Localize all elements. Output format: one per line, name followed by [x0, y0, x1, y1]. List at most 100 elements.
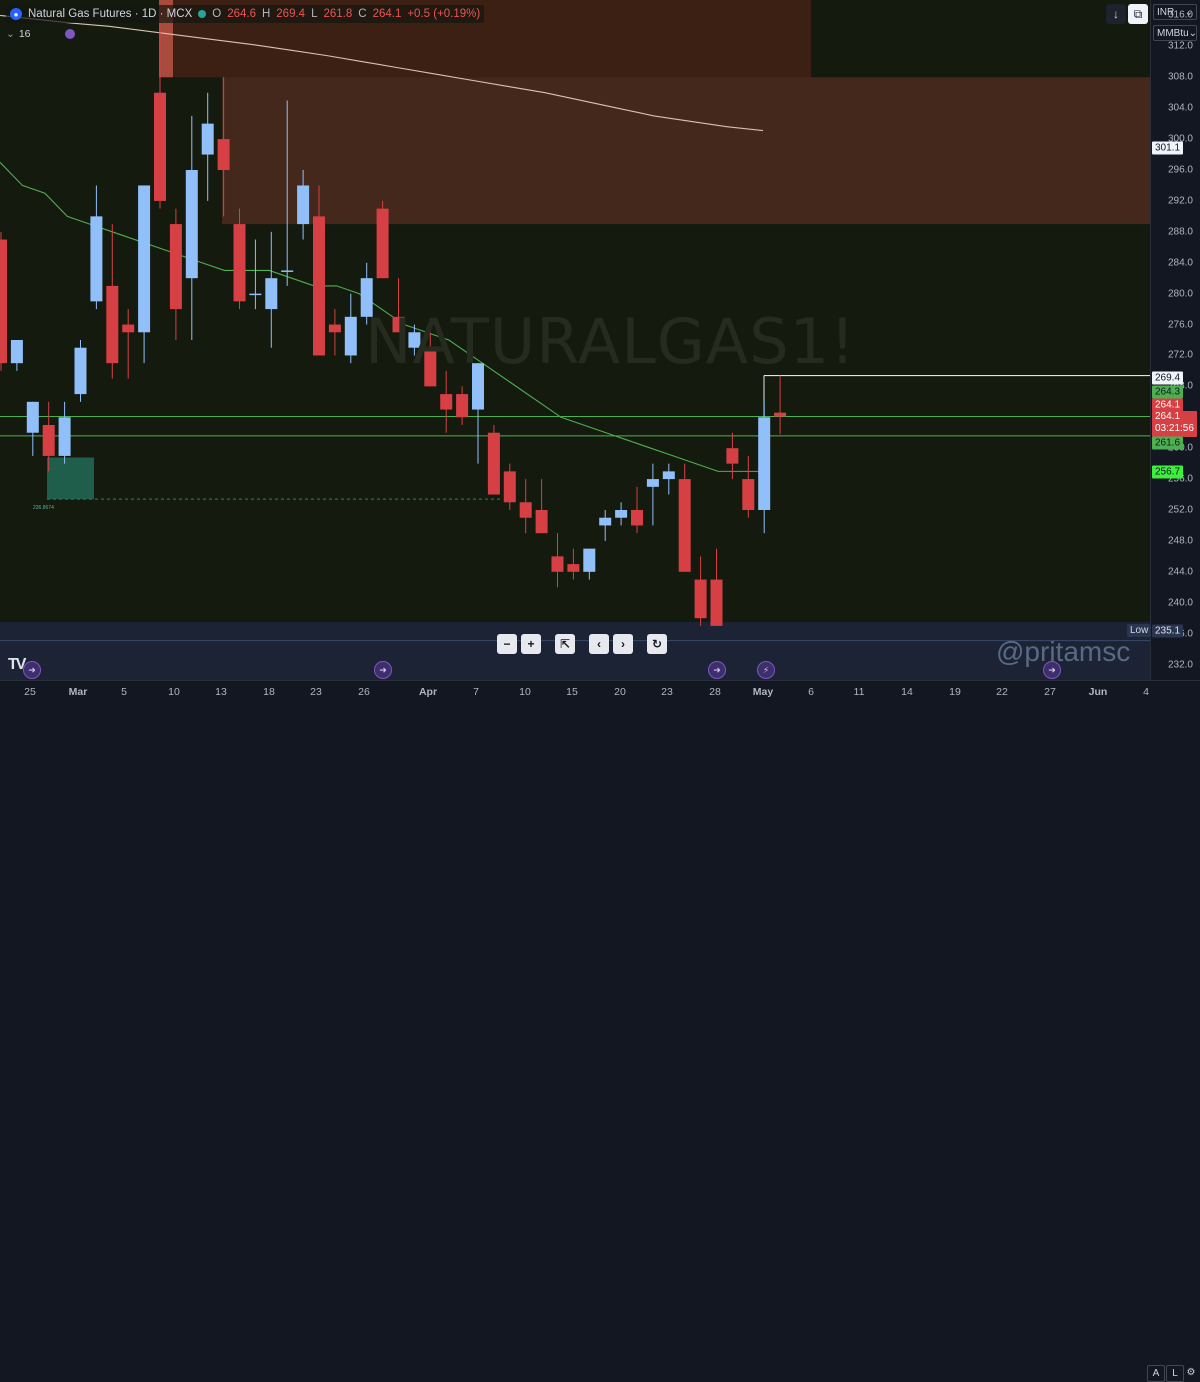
- candle-body: [265, 278, 278, 310]
- date-tick-label: 28: [709, 686, 721, 698]
- zoom-in-icon[interactable]: +: [521, 634, 541, 654]
- candle-body: [217, 139, 230, 170]
- zoom-out-icon[interactable]: −: [497, 634, 517, 654]
- unit-label: MMBtu: [1157, 27, 1189, 39]
- date-tick-label: 6: [808, 686, 814, 698]
- candle-body: [185, 170, 198, 279]
- date-tick-label: 23: [661, 686, 673, 698]
- price-tick-label: 276.0: [1167, 319, 1193, 331]
- date-tick-label: 27: [1044, 686, 1056, 698]
- candle-body: [456, 394, 469, 418]
- event-flag-icon[interactable]: ➜: [23, 661, 41, 679]
- gas-flame-icon: ●: [10, 8, 22, 20]
- date-tick-label: 11: [853, 686, 865, 698]
- price-tick-label: 308.0: [1167, 71, 1193, 83]
- candle-body: [138, 185, 151, 333]
- chart-nav-controls: − + ⇱ ‹ › ↻: [497, 634, 667, 654]
- price-tick-label: 312.0: [1167, 40, 1193, 52]
- price-label-last: 264.1 03:21:56: [1152, 411, 1197, 437]
- candle-body: [742, 479, 755, 510]
- date-tick-label: 14: [901, 686, 913, 698]
- candle-body: [0, 239, 7, 364]
- candle-body: [567, 564, 580, 572]
- date-tick-label: 22: [996, 686, 1008, 698]
- reset-icon[interactable]: ↻: [647, 634, 667, 654]
- event-flag-icon[interactable]: ➜: [374, 661, 392, 679]
- candle-body: [758, 417, 771, 510]
- candle-body: [106, 285, 119, 364]
- date-tick-label: May: [752, 686, 774, 698]
- candle-body: [26, 401, 39, 433]
- event-flag-icon[interactable]: ➜: [708, 661, 726, 679]
- tradingview-logo[interactable]: TV: [8, 656, 27, 674]
- candle-body: [615, 510, 628, 518]
- candle-body: [328, 324, 341, 333]
- price-label-open: 264.1: [1152, 398, 1184, 412]
- auto-scale-button[interactable]: A: [1147, 1365, 1165, 1382]
- price-tick-label: 244.0: [1167, 566, 1193, 578]
- candle-body: [281, 270, 294, 272]
- scroll-right-icon[interactable]: ›: [613, 634, 633, 654]
- scroll-left-icon[interactable]: ‹: [589, 634, 609, 654]
- indicator-toggle[interactable]: ⌄ 16: [6, 27, 75, 41]
- event-flag-icon[interactable]: ➜: [1043, 661, 1061, 679]
- close-label: C: [358, 8, 367, 20]
- date-tick-label: 5: [121, 686, 127, 698]
- settings-gear-icon[interactable]: ⚙: [1183, 1365, 1199, 1380]
- alert-icon[interactable]: ⚡: [757, 661, 775, 679]
- candle-body: [154, 92, 166, 201]
- candle-body: [662, 471, 675, 480]
- price-tick-label: 272.0: [1167, 349, 1193, 361]
- candle-body: [249, 293, 262, 296]
- date-tick-label: Apr: [418, 686, 438, 698]
- fit-screen-icon[interactable]: ⇱: [555, 634, 575, 654]
- price-tick-label: 288.0: [1167, 226, 1193, 238]
- high-value: 269.4: [276, 8, 306, 20]
- date-tick-label: 20: [614, 686, 626, 698]
- open-value: 264.6: [227, 8, 256, 20]
- log-scale-button[interactable]: L: [1166, 1365, 1184, 1382]
- date-tick-label: 4: [1143, 686, 1149, 698]
- change-value: +0.5 (+0.19%): [407, 8, 481, 20]
- candle-body: [726, 448, 739, 464]
- date-tick-label: 15: [566, 686, 578, 698]
- chart-area[interactable]: 236.8674 NATURALGAS1! ● Natural Gas Futu…: [0, 0, 1200, 1382]
- demand-zone: [47, 457, 94, 500]
- date-tick-label: 10: [168, 686, 180, 698]
- date-tick-label: 10: [519, 686, 531, 698]
- candle-body: [90, 216, 103, 302]
- symbol-watermark: NATURALGAS1!: [365, 305, 856, 378]
- unit-select[interactable]: MMBtu ⌄: [1153, 25, 1197, 41]
- time-axis[interactable]: 25 Mar 5 10 13 18 23 26 Apr 7 10 15 20 23 28 May 6 11 14 19…: [0, 680, 1200, 1382]
- candle-body: [169, 224, 182, 310]
- candle-body: [710, 579, 723, 626]
- symbol-title[interactable]: Natural Gas Futures · 1D · MCX: [28, 8, 192, 20]
- price-tick-label: 248.0: [1167, 535, 1193, 547]
- candle-body: [42, 425, 55, 456]
- price-axis[interactable]: INR⌄ MMBtu⌄ 232.0236.0240.0244.0248.0252…: [1150, 0, 1200, 680]
- candle-body: [122, 324, 135, 333]
- candle-body: [774, 412, 787, 417]
- price-label-low: 235.1: [1152, 624, 1184, 638]
- candle-body: [503, 471, 516, 503]
- date-tick-label: 23: [310, 686, 322, 698]
- symbol-legend[interactable]: ● Natural Gas Futures · 1D · MCX O 264.6 …: [6, 5, 485, 23]
- fullscreen-icon[interactable]: ⧉: [1128, 4, 1148, 24]
- price-label-level-upper: 264.3: [1152, 385, 1184, 399]
- candle-body: [551, 556, 564, 572]
- price-tick-label: 316.0: [1167, 9, 1193, 21]
- chevron-down-icon[interactable]: ⌄: [6, 28, 15, 40]
- candle-body: [646, 479, 659, 487]
- close-value: 264.1: [372, 8, 402, 20]
- candle-body: [583, 548, 596, 572]
- price-tick-label: 284.0: [1167, 257, 1193, 269]
- low-marker-label: Low: [1127, 624, 1152, 637]
- candle-body: [599, 517, 612, 526]
- price-tick-label: 304.0: [1167, 102, 1193, 114]
- price-tick-label: 240.0: [1167, 597, 1193, 609]
- candle-body: [10, 340, 23, 364]
- download-icon[interactable]: ↓: [1106, 4, 1126, 24]
- bar-countdown: 03:21:56: [1155, 423, 1194, 434]
- candle-body: [344, 316, 357, 356]
- candle-body: [694, 579, 707, 619]
